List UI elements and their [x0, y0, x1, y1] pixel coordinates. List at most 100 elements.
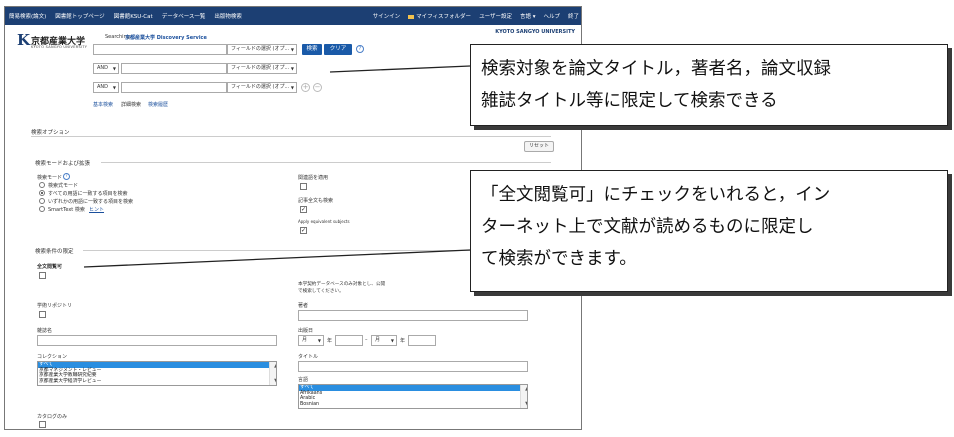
related-words-checkbox[interactable] [300, 183, 307, 190]
search-input-3[interactable] [121, 82, 227, 93]
search-input-2[interactable] [121, 63, 227, 74]
pubdate-from-month-value: 月 [302, 337, 308, 343]
nav-ksu-cat[interactable]: 図書館KSU-Cat [114, 12, 153, 20]
pubdate-label: 出版日 [298, 328, 314, 334]
nav-publication-search[interactable]: 出版物検索 [214, 12, 242, 20]
nav-sign-in[interactable]: サインイン [373, 12, 401, 20]
callout-fulltext: 「全文閲覧可」にチェックをいれると，イン ターネット上で文献が読めるものに限定し… [470, 170, 948, 292]
nav-language[interactable]: 言語 ▾ [520, 12, 536, 20]
nav-library-top[interactable]: 図書館トップページ [55, 12, 104, 20]
nav-database-list[interactable]: データベース一覧 [162, 12, 206, 20]
mode-radio-all-terms[interactable] [39, 190, 45, 196]
add-row-icon[interactable]: + [301, 83, 310, 92]
search-mode-help-icon[interactable]: ? [63, 173, 70, 180]
bool-select-3-value: AND [97, 84, 109, 90]
collection-scrollbar[interactable]: ▲▼ [269, 362, 276, 385]
bool-select-2-value: AND [97, 65, 109, 71]
bool-select-2[interactable]: AND ▼ [93, 63, 119, 74]
field-select-2[interactable]: フィールドの選択 (オプ... ▼ [227, 63, 297, 74]
pubdate-separator: – [365, 337, 368, 343]
collection-option[interactable]: 京都産業大学経済学レビュー [38, 379, 276, 385]
chevron-down-icon: ▼ [112, 85, 116, 90]
pubdate-from-year-input[interactable] [335, 335, 363, 346]
top-navigation-bar: 簡易検索(論文) 図書館トップページ 図書館KSU-Cat データベース一覧 出… [5, 7, 581, 25]
callout-fulltext-line-1: 「全文閲覧可」にチェックをいれると，イン [481, 185, 831, 205]
repository-label: 学術リポジトリ [37, 303, 73, 309]
link-basic-search[interactable]: 基本検索 [93, 101, 113, 108]
pubdate-from-month-select[interactable]: 月 ▼ [298, 335, 324, 346]
search-options-title: 検索オプション [31, 130, 70, 136]
mode-label-smarttext: SmartText 検索 [48, 207, 85, 213]
author-input[interactable] [298, 310, 528, 321]
callout-fulltext-line-2: ターネット上で文献が読めるものに限定し [481, 217, 814, 237]
logo-name-en: KYOTO SANGYO UNIVERSITY [31, 45, 88, 49]
field-select-1[interactable]: フィールドの選択 (オプ... ▼ [227, 44, 297, 55]
mode-radio-boolean[interactable] [39, 182, 45, 188]
catalog-only-checkbox[interactable] [39, 421, 46, 428]
nav-simple-search[interactable]: 簡易検索(論文) [9, 12, 46, 20]
mode-label-boolean: 検索式モード [48, 183, 79, 189]
link-advanced-search[interactable]: 詳細検索 [121, 101, 141, 108]
remove-row-icon[interactable]: − [313, 83, 322, 92]
help-icon[interactable]: ? [356, 45, 364, 53]
callout-field-limit-line-1: 検索対象を論文タイトル，著者名，論文収録 [481, 59, 831, 79]
mode-label-all-terms: すべての用語に一致する項目を検索 [48, 191, 128, 197]
chevron-down-icon: ▼ [112, 66, 116, 71]
language-label: 言語 [298, 377, 309, 383]
chevron-down-icon: ▼ [290, 47, 294, 52]
callout-field-limit: 検索対象を論文タイトル，著者名，論文収録 雑誌タイトル等に限定して検索できる [470, 44, 948, 126]
callout-field-limit-line-2: 雑誌タイトル等に限定して検索できる [481, 91, 778, 111]
fulltext-available-checkbox[interactable] [39, 272, 46, 279]
peer-note-line-2: で検索してください。 [298, 289, 344, 294]
search-input-1[interactable] [93, 44, 227, 55]
equivalent-subjects-label: Apply equivalent subjects [298, 219, 350, 224]
search-options-divider [31, 136, 551, 137]
clear-button[interactable]: クリア [324, 44, 352, 55]
peer-note-line-1: 本学契約データベースのみ対象とし、公開 [298, 282, 386, 287]
nav-my-folder[interactable]: マイフィスフォルダー [408, 12, 471, 20]
title-input[interactable] [298, 361, 528, 372]
mode-radio-smarttext[interactable] [39, 206, 45, 212]
equivalent-subjects-checkbox[interactable]: ✓ [300, 227, 307, 234]
nav-help[interactable]: ヘルプ [543, 12, 560, 20]
field-select-3-value: フィールドの選択 (オプ... [231, 84, 290, 90]
collection-listbox[interactable]: すべて 京都マネジメント・レビュー 京都産業大学教職研究紀要 京都産業大学経済学… [37, 361, 277, 386]
author-label: 著者 [298, 303, 309, 309]
chevron-up-icon: ▲ [524, 386, 527, 392]
nav-user-settings[interactable]: ユーザー設定 [479, 12, 512, 20]
pubdate-to-month-select[interactable]: 月 ▼ [371, 335, 397, 346]
pubdate-to-year-label: 年 [400, 338, 406, 344]
chevron-down-icon: ▼ [390, 338, 394, 343]
folder-icon [408, 14, 415, 19]
service-name: 京都産業大学 Discovery Service [125, 35, 207, 41]
link-search-history[interactable]: 検索履歴 [148, 101, 168, 108]
fulltext-search-checkbox[interactable]: ✓ [300, 206, 307, 213]
journal-input[interactable] [37, 335, 277, 346]
mode-label-any-terms: いずれかの用語に一致する項目を検索 [48, 199, 134, 205]
language-listbox[interactable]: すべて Afrikaans Arabic Bosnian ▲▼ [298, 384, 528, 409]
pubdate-to-month-value: 月 [375, 337, 381, 343]
chevron-down-icon: ▼ [273, 378, 276, 384]
language-option[interactable]: Bosnian [299, 402, 527, 408]
catalog-only-label: カタログのみ [37, 414, 68, 420]
chevron-down-icon: ▼ [290, 66, 294, 71]
related-words-label: 関連語を適用 [298, 175, 329, 181]
reset-button[interactable]: リセット [524, 141, 554, 152]
search-button[interactable]: 検索 [302, 44, 322, 55]
top-navigation-right: サインイン マイフィスフォルダー ユーザー設定 言語 ▾ ヘルプ 終了 [365, 7, 579, 25]
logo-mark: K [17, 31, 31, 49]
field-select-3[interactable]: フィールドの選択 (オプ... ▼ [227, 82, 297, 93]
search-mode-label: 検索モード [37, 175, 63, 181]
callout-fulltext-line-3: て検索ができます。 [481, 249, 637, 269]
language-scrollbar[interactable]: ▲▼ [520, 385, 527, 408]
bool-select-3[interactable]: AND ▼ [93, 82, 119, 93]
smarttext-hint-link[interactable]: ヒント [89, 206, 104, 213]
mode-radio-any-terms[interactable] [39, 198, 45, 204]
mode-section-title: 検索モードおよび拡張 [35, 161, 91, 167]
chevron-down-icon: ▼ [524, 401, 527, 407]
nav-exit[interactable]: 終了 [568, 12, 579, 20]
repository-checkbox[interactable] [39, 311, 46, 318]
pubdate-to-year-input[interactable] [408, 335, 436, 346]
journal-label: 雑誌名 [37, 328, 53, 334]
chevron-down-icon: ▼ [290, 85, 294, 90]
